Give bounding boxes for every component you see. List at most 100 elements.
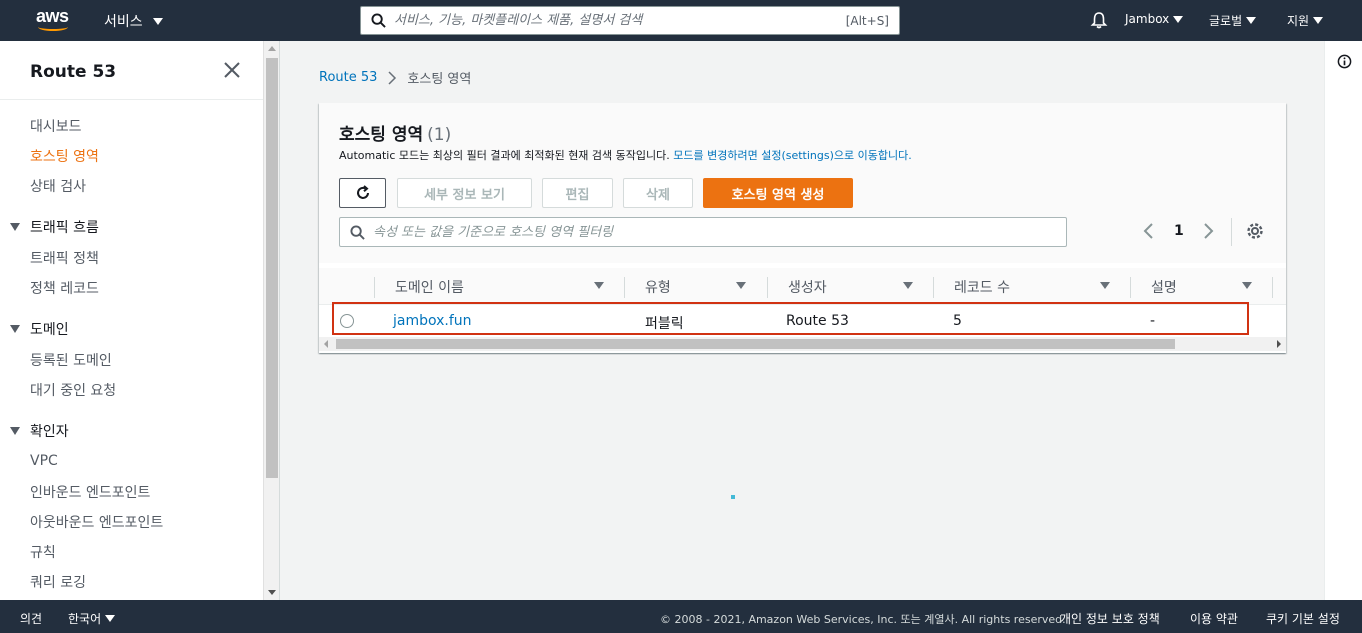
- page-title: 호스팅 영역 (1): [339, 120, 451, 145]
- breadcrumb: Route 53 호스팅 영역: [319, 68, 471, 87]
- sidebar-item-pending-requests[interactable]: 대기 중인 요청: [30, 380, 116, 400]
- column-header-label: 설명: [1151, 279, 1177, 296]
- scrollbar-thumb[interactable]: [266, 58, 278, 478]
- hosted-zones-panel: 호스팅 영역 (1) Automatic 모드는 최상의 필터 결과에 최적화된 …: [319, 103, 1286, 353]
- caret-down-icon: [1313, 17, 1324, 24]
- scroll-down-arrow-icon[interactable]: [268, 590, 276, 595]
- column-divider: [624, 277, 625, 298]
- table-header: 도메인 이름 유형 생성자 레코드 수 설명: [319, 268, 1286, 305]
- terms-link[interactable]: 이용 약관: [1190, 610, 1238, 627]
- triangle-down-icon: [10, 223, 20, 231]
- region-label: 글로벌: [1209, 14, 1243, 28]
- support-label: 지원: [1287, 14, 1310, 28]
- feedback-link[interactable]: 의견: [20, 610, 42, 627]
- scrollbar-thumb[interactable]: [336, 339, 1175, 349]
- sidebar-section-label: 트래픽 흐름: [30, 220, 99, 236]
- column-header-created-by[interactable]: 생성자: [788, 268, 928, 305]
- chevron-left-icon[interactable]: [1142, 222, 1156, 240]
- page-number[interactable]: 1: [1174, 223, 1184, 239]
- column-header-record-count[interactable]: 레코드 수: [954, 268, 1114, 305]
- scroll-up-arrow-icon[interactable]: [268, 46, 276, 51]
- aws-smile-icon: [38, 23, 68, 31]
- filter-input[interactable]: [373, 224, 1066, 240]
- privacy-policy-link[interactable]: 개인 정보 보호 정책: [1060, 610, 1160, 627]
- sidebar-item-query-logging[interactable]: 쿼리 로깅: [30, 572, 86, 592]
- column-header-label: 유형: [645, 279, 671, 296]
- column-header-domain-name[interactable]: 도메인 이름: [395, 268, 605, 305]
- bell-icon[interactable]: [1090, 11, 1108, 29]
- filter-box[interactable]: [339, 217, 1067, 247]
- scroll-left-arrow-icon[interactable]: [324, 340, 328, 348]
- column-header-label: 레코드 수: [954, 279, 1010, 296]
- row-highlight-annotation: [332, 302, 1249, 335]
- search-shortcut-hint: [Alt+S]: [845, 13, 889, 28]
- sort-caret-icon[interactable]: [736, 282, 746, 289]
- caret-down-icon: [152, 17, 163, 25]
- view-details-button[interactable]: 세부 정보 보기: [397, 178, 532, 208]
- sort-caret-icon[interactable]: [1242, 282, 1252, 289]
- sidebar-item-traffic-policies[interactable]: 트래픽 정책: [30, 248, 99, 268]
- sidebar-title: Route 53: [30, 62, 117, 82]
- page-title-text: 호스팅 영역: [339, 125, 424, 145]
- support-menu[interactable]: 지원: [1287, 12, 1324, 29]
- sidebar-item-inbound-endpoints[interactable]: 인바운드 엔드포인트: [30, 482, 150, 502]
- language-selector[interactable]: 한국어: [68, 610, 116, 627]
- breadcrumb-root-link[interactable]: Route 53: [319, 70, 377, 85]
- aws-logo[interactable]: aws: [36, 7, 72, 33]
- sidebar: Route 53 대시보드 호스팅 영역 상태 검사 트래픽 흐름 트래픽 정책…: [0, 41, 263, 600]
- help-panel-rail: [1324, 41, 1362, 600]
- breadcrumb-current: 호스팅 영역: [407, 72, 472, 87]
- info-icon[interactable]: [1337, 54, 1352, 69]
- description-text: Automatic 모드는 최상의 필터 결과에 최적화된 현재 검색 동작입니…: [339, 149, 670, 162]
- column-header-label: 도메인 이름: [395, 279, 464, 296]
- refresh-button[interactable]: [339, 178, 386, 208]
- sidebar-section-domains[interactable]: 도메인: [10, 319, 69, 339]
- sidebar-scrollbar[interactable]: [263, 41, 280, 600]
- column-divider: [374, 277, 375, 298]
- scroll-right-arrow-icon[interactable]: [1277, 340, 1281, 348]
- create-hosted-zone-button[interactable]: 호스팅 영역 생성: [703, 178, 853, 208]
- refresh-icon: [356, 185, 369, 199]
- sort-caret-icon[interactable]: [1100, 282, 1110, 289]
- account-menu[interactable]: Jambox: [1125, 12, 1184, 26]
- column-header-label: 생성자: [788, 279, 827, 296]
- sidebar-item-outbound-endpoints[interactable]: 아웃바운드 엔드포인트: [30, 512, 163, 532]
- global-search-input[interactable]: [394, 13, 846, 28]
- column-divider: [933, 277, 934, 298]
- sidebar-item-dashboard[interactable]: 대시보드: [30, 116, 82, 136]
- sidebar-section-label: 도메인: [30, 322, 69, 338]
- region-menu[interactable]: 글로벌: [1209, 12, 1257, 29]
- sort-caret-icon[interactable]: [903, 282, 913, 289]
- search-icon: [350, 224, 365, 240]
- copyright-text: © 2008 - 2021, Amazon Web Services, Inc.…: [660, 613, 1066, 626]
- caret-down-icon: [1173, 15, 1184, 23]
- sidebar-item-health-checks[interactable]: 상태 검사: [30, 176, 86, 196]
- column-header-type[interactable]: 유형: [645, 268, 765, 305]
- pager-divider: [1231, 218, 1232, 246]
- sidebar-section-label: 확인자: [30, 424, 69, 440]
- sidebar-item-rules[interactable]: 규칙: [30, 542, 56, 562]
- sort-caret-icon[interactable]: [594, 282, 604, 289]
- sidebar-item-hosted-zones[interactable]: 호스팅 영역: [30, 146, 99, 166]
- caret-down-icon: [1246, 17, 1257, 24]
- gear-icon[interactable]: [1246, 222, 1264, 240]
- footer: 의견 한국어 © 2008 - 2021, Amazon Web Service…: [0, 600, 1362, 633]
- close-icon[interactable]: [223, 61, 241, 79]
- delete-button[interactable]: 삭제: [623, 178, 693, 208]
- services-menu-button[interactable]: 서비스: [104, 11, 163, 31]
- sidebar-item-policy-records[interactable]: 정책 레코드: [30, 278, 99, 298]
- column-header-description[interactable]: 설명: [1151, 268, 1261, 305]
- sidebar-section-resolver[interactable]: 확인자: [10, 421, 69, 441]
- chevron-right-icon: [388, 70, 397, 85]
- sidebar-item-vpcs[interactable]: VPC: [30, 453, 58, 469]
- search-icon: [371, 13, 386, 28]
- cookie-preferences-link[interactable]: 쿠키 기본 설정: [1266, 610, 1340, 627]
- edit-button[interactable]: 편집: [542, 178, 613, 208]
- sidebar-item-registered-domains[interactable]: 등록된 도메인: [30, 350, 112, 370]
- settings-link[interactable]: 모드를 변경하려면 설정(settings)으로 이동합니다.: [673, 149, 911, 162]
- chevron-right-icon[interactable]: [1201, 222, 1215, 240]
- global-search[interactable]: [Alt+S]: [360, 6, 900, 35]
- sidebar-section-traffic-flow[interactable]: 트래픽 흐름: [10, 217, 99, 237]
- table-horizontal-scrollbar[interactable]: [319, 337, 1286, 351]
- triangle-down-icon: [10, 325, 20, 333]
